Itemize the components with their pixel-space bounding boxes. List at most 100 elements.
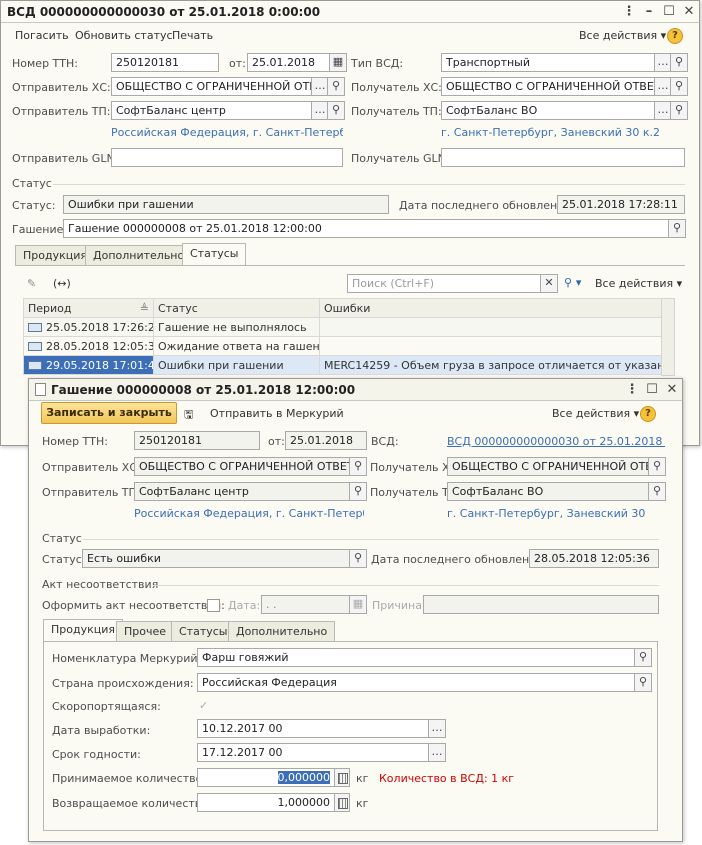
act-checkbox[interactable] — [207, 599, 220, 612]
status-field: Ошибки при гашении — [63, 195, 389, 214]
tab-statuses[interactable]: Статусы — [171, 621, 236, 641]
returned-qty-field[interactable]: 1,000000 — [197, 793, 335, 812]
receiver-gln-field[interactable] — [441, 148, 685, 167]
update-status-button[interactable]: Обновить статус — [75, 29, 173, 42]
tab-additional[interactable]: Дополнительно — [85, 245, 193, 265]
period-text: 29.05.2018 17:01:48 — [46, 358, 154, 372]
receiver-hs-field[interactable]: ОБЩЕСТВО С ОГРАНИЧЕННОЙ ОТВЕТС — [441, 77, 655, 96]
sender-gln-field[interactable] — [111, 148, 343, 167]
send-to-mercury-button[interactable]: Отправить в Меркурий — [210, 407, 344, 420]
close-icon[interactable]: ✕ — [662, 382, 682, 397]
cancel-doc-field[interactable]: Гашение 000000008 от 25.01.2018 12:00:00 — [63, 219, 669, 238]
tab-other[interactable]: Прочее — [116, 621, 175, 641]
cancel-doc-label: Гашение: — [12, 223, 68, 236]
accepted-qty-field[interactable]: 0,000000 — [197, 768, 335, 787]
ttn-label: Номер ТТН: — [12, 57, 78, 70]
search-icon[interactable]: ⚲ — [670, 53, 688, 72]
search-input[interactable]: Поиск (Ctrl+F) — [347, 274, 541, 293]
table-scrollbar[interactable] — [661, 298, 675, 376]
edit-pencil-icon[interactable]: ✎ — [27, 277, 36, 290]
receiver-gln-label: Получатель GLN: — [351, 152, 450, 165]
search-icon[interactable]: ⚲ ▾ — [564, 276, 581, 289]
help-icon[interactable]: ? — [667, 28, 683, 44]
production-date-field[interactable]: 10.12.2017 00 — [197, 719, 429, 738]
statuses-table: Период ≜ Статус Ошибки 25.05.2018 17:26:2… — [23, 298, 662, 375]
search-icon[interactable]: ⚲ — [327, 77, 345, 96]
accepted-qty-label: Принимаемое количество: — [52, 772, 207, 785]
column-header-status[interactable]: Статус — [153, 298, 320, 318]
calculator-icon[interactable] — [334, 768, 350, 787]
table-row-selected[interactable]: 29.05.2018 17:01:48 Ошибки при гашении M… — [23, 355, 662, 375]
sender-address-link[interactable]: Российская Федерация, г. Санкт-Петербург… — [111, 126, 343, 139]
close-icon[interactable]: ✕ — [679, 4, 699, 19]
vsd-link[interactable]: ВСД 000000000000030 от 25.01.2018 0:00:0… — [447, 435, 665, 448]
tab-products[interactable]: Продукция — [43, 619, 123, 641]
search-icon[interactable]: ⚲ — [668, 219, 686, 238]
date-field[interactable]: 25.01.2018 — [247, 53, 331, 72]
save-disk-icon[interactable]: 🖫 — [184, 406, 193, 425]
last-update-field: 25.01.2018 17:28:11 — [557, 195, 685, 214]
sender-address-link[interactable]: Российская Федерация, г. Санкт-Петербург… — [134, 507, 364, 520]
search-icon[interactable]: ⚲ — [670, 77, 688, 96]
cancel-vsd-button[interactable]: Погасить — [15, 29, 69, 42]
calendar-icon[interactable]: ▦ — [349, 595, 367, 614]
all-actions-menu[interactable]: Все действия ▾ — [552, 407, 639, 420]
expand-arrows-icon[interactable]: (↔) — [53, 277, 71, 290]
select-ellipsis-icon[interactable]: … — [428, 743, 446, 762]
search-icon[interactable]: ⚲ — [349, 457, 367, 476]
expiry-field[interactable]: 17.12.2017 00 — [197, 743, 429, 762]
nomenclature-field[interactable]: Фарш говяжий — [197, 648, 635, 667]
all-actions-menu[interactable]: Все действия ▾ — [579, 29, 666, 42]
table-row[interactable]: 28.05.2018 12:05:35 Ожидание ответа на г… — [23, 336, 662, 356]
more-icon[interactable]: ⋮ — [622, 382, 642, 397]
reason-field[interactable] — [423, 595, 659, 614]
perishable-checkbox[interactable]: ✓ — [199, 699, 208, 712]
column-header-period[interactable]: Период ≜ — [23, 298, 154, 318]
more-icon[interactable]: ⋮ — [619, 4, 639, 19]
search-icon[interactable]: ⚲ — [634, 648, 652, 667]
receiver-address-link[interactable]: г. Санкт-Петербург, Заневский 30 к.2 — [441, 126, 681, 139]
country-field[interactable]: Российская Федерация — [197, 673, 635, 692]
calculator-icon[interactable] — [334, 793, 350, 812]
date-from-label: от: — [229, 57, 246, 70]
search-icon[interactable]: ⚲ — [648, 457, 666, 476]
search-icon[interactable]: ⚲ — [327, 101, 345, 120]
help-icon[interactable]: ? — [640, 406, 656, 422]
tab-additional[interactable]: Дополнительно — [228, 621, 336, 641]
search-icon[interactable]: ⚲ — [349, 482, 367, 501]
tab-statuses[interactable]: Статусы — [182, 243, 247, 265]
ttn-field[interactable]: 250120181 — [111, 53, 219, 72]
vsd-label: ВСД: — [371, 435, 399, 448]
all-actions-label: Все действия — [552, 407, 631, 420]
table-all-actions-menu[interactable]: Все действия ▾ — [595, 277, 682, 290]
receiver-tp-field[interactable]: СофтБаланс ВО — [441, 101, 655, 120]
record-icon — [28, 323, 42, 332]
save-and-close-button[interactable]: Записать и закрыть — [41, 402, 177, 424]
column-header-errors[interactable]: Ошибки — [319, 298, 662, 318]
search-icon[interactable]: ⚲ — [349, 549, 367, 568]
minimize-icon[interactable]: – — [639, 4, 659, 19]
receiver-tp-label: Получатель ТП: — [351, 105, 442, 118]
print-button[interactable]: Печать — [172, 29, 213, 42]
sender-tp-field[interactable]: СофтБаланс центр — [111, 101, 329, 120]
select-ellipsis-icon[interactable]: … — [428, 719, 446, 738]
last-update-label: Дата последнего обновления: — [399, 199, 575, 212]
act-date-field[interactable]: . . — [261, 595, 351, 614]
sender-gln-label: Отправитель GLN: — [12, 152, 119, 165]
search-icon[interactable]: ⚲ — [648, 482, 666, 501]
maximize-icon[interactable]: ☐ — [659, 4, 679, 19]
unit-label: кг — [356, 797, 369, 810]
tab-products[interactable]: Продукция — [15, 245, 95, 265]
cell-status: Ожидание ответа на гашение — [153, 336, 320, 356]
receiver-address-link[interactable]: г. Санкт-Петербург, Заневский 30 к.2 — [447, 507, 647, 520]
clear-search-icon[interactable]: ✕ — [540, 274, 558, 293]
search-icon[interactable]: ⚲ — [634, 673, 652, 692]
search-icon[interactable]: ⚲ — [670, 101, 688, 120]
maximize-icon[interactable]: ☐ — [642, 382, 662, 397]
calendar-icon[interactable]: ▦ — [329, 53, 347, 72]
period-text: 25.05.2018 17:26:26 — [46, 320, 154, 334]
cell-errors — [319, 336, 662, 356]
sender-hs-field[interactable]: ОБЩЕСТВО С ОГРАНИЧЕННОЙ ОТВЕТС — [111, 77, 329, 96]
table-row[interactable]: 25.05.2018 17:26:26 Гашение не выполняло… — [23, 317, 662, 337]
vsd-type-field[interactable]: Транспортный — [441, 53, 655, 72]
